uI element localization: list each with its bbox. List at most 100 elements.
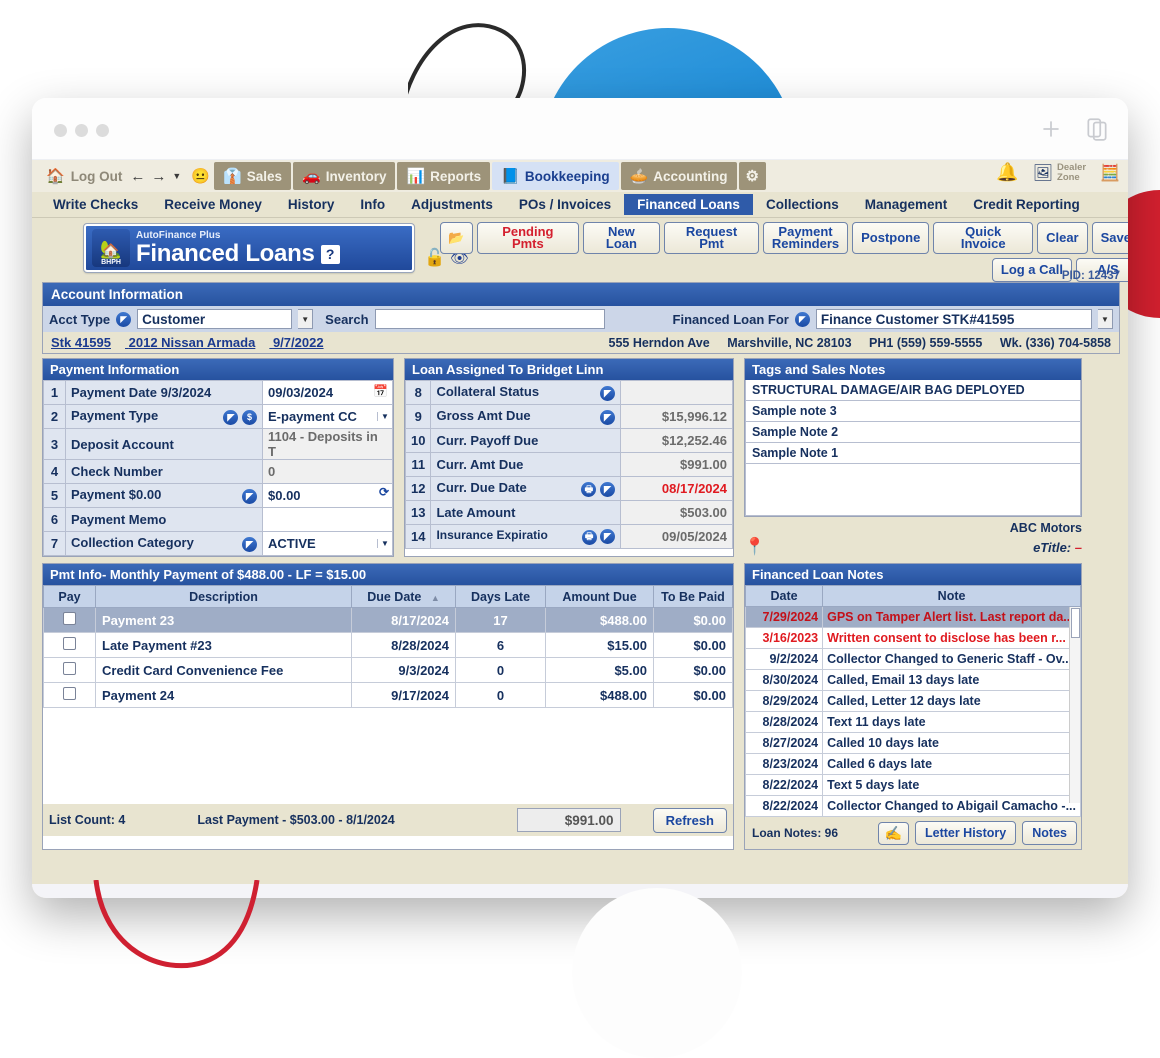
print-icon[interactable]: 🖶 bbox=[581, 482, 597, 498]
help-icon[interactable]: ? bbox=[320, 245, 340, 265]
col-days-late[interactable]: Days Late bbox=[455, 585, 546, 608]
acct-type-value[interactable]: Customer bbox=[137, 309, 293, 329]
table-row[interactable]: 11 Curr. Amt Due $991.00 bbox=[404, 452, 733, 477]
col-description[interactable]: Description bbox=[95, 585, 352, 608]
pay-checkbox-cell[interactable] bbox=[43, 607, 96, 633]
payment-type-lookup-icon[interactable]: ◤ bbox=[223, 410, 239, 425]
table-row[interactable]: 1 Payment Date 9/3/2024 09/03/2024 📅 bbox=[43, 380, 393, 405]
clear-button[interactable]: Clear bbox=[1037, 222, 1088, 254]
pay-checkbox[interactable] bbox=[63, 662, 76, 675]
sidebar-item-adjustments[interactable]: Adjustments bbox=[398, 194, 506, 215]
list-item[interactable]: 8/23/2024 Called 6 days late bbox=[744, 753, 1081, 775]
table-row[interactable]: Payment 23 8/17/2024 17 $488.00 $0.00 bbox=[43, 607, 733, 633]
table-row[interactable]: Payment 24 9/17/2024 0 $488.00 $0.00 bbox=[43, 682, 733, 708]
pen-sign-button[interactable]: ✍ bbox=[877, 821, 909, 845]
collateral-status-lookup-icon[interactable]: ◤ bbox=[600, 386, 615, 401]
module-tab-sales[interactable]: 👔 Sales bbox=[214, 162, 291, 190]
search-input[interactable] bbox=[374, 309, 605, 329]
collection-category-dropdown-icon[interactable]: ▼ bbox=[377, 539, 392, 548]
col-date[interactable]: Date bbox=[744, 585, 824, 607]
table-row[interactable]: Credit Card Convenience Fee 9/3/2024 0 $… bbox=[43, 657, 733, 683]
acct-type-lookup-icon[interactable]: ◤ bbox=[116, 311, 132, 327]
chevron-down-icon[interactable]: ▼ bbox=[172, 171, 181, 181]
table-row[interactable]: 4 Check Number 0 bbox=[43, 459, 393, 484]
bell-icon[interactable]: 🔔 bbox=[996, 162, 1018, 183]
table-row[interactable]: Late Payment #23 8/28/2024 6 $15.00 $0.0… bbox=[43, 632, 733, 658]
table-row[interactable]: 13 Late Amount $503.00 bbox=[404, 500, 733, 525]
pmt-empty-area[interactable] bbox=[43, 708, 733, 804]
pending-pmts-button[interactable]: Pending Pmts bbox=[476, 222, 579, 254]
list-item[interactable]: Sample note 3 bbox=[745, 401, 1081, 422]
sidebar-item-financed-loans[interactable]: Financed Loans bbox=[624, 194, 753, 215]
dealer-zone-button[interactable]: 🖼 Dealer Zone bbox=[1033, 162, 1086, 183]
notes-scrollbar[interactable] bbox=[1069, 607, 1080, 803]
request-pmt-button[interactable]: Request Pmt bbox=[664, 222, 759, 254]
table-row[interactable]: 7 Collection Category ◤ ACTIVE ▼ bbox=[43, 531, 393, 556]
pay-checkbox[interactable] bbox=[63, 687, 76, 700]
list-item[interactable]: 8/22/2024 Collector Changed to Abigail C… bbox=[744, 795, 1081, 817]
list-item[interactable]: 8/27/2024 Called 10 days late bbox=[744, 732, 1081, 754]
table-row[interactable]: 12 Curr. Due Date 🖶 ◤ 08/17/2024 bbox=[404, 476, 733, 501]
sidebar-item-receive-money[interactable]: Receive Money bbox=[151, 194, 275, 215]
print-icon[interactable]: 🖶 bbox=[581, 529, 597, 545]
sidebar-item-write-checks[interactable]: Write Checks bbox=[40, 194, 151, 215]
col-pay[interactable]: Pay bbox=[43, 585, 96, 608]
pay-checkbox-cell[interactable] bbox=[43, 682, 96, 708]
list-item[interactable]: 3/16/2023 Written consent to disclose ha… bbox=[744, 627, 1081, 649]
list-item[interactable]: STRUCTURAL DAMAGE/AIR BAG DEPLOYED bbox=[745, 380, 1081, 401]
list-item[interactable]: 8/29/2024 Called, Letter 12 days late bbox=[744, 690, 1081, 712]
sidebar-item-history[interactable]: History bbox=[275, 194, 348, 215]
list-item[interactable]: 7/29/2024 GPS on Tamper Alert list. Last… bbox=[744, 606, 1081, 628]
list-item[interactable]: 8/22/2024 Text 5 days late bbox=[744, 774, 1081, 796]
face-icon[interactable]: 😐 bbox=[191, 169, 210, 184]
payment-type-dropdown-icon[interactable]: ▼ bbox=[377, 412, 392, 421]
pay-checkbox[interactable] bbox=[63, 637, 76, 650]
insurance-expiration-lookup-icon[interactable]: ◤ bbox=[600, 529, 615, 545]
table-row[interactable]: 6 Payment Memo bbox=[43, 507, 393, 532]
refresh-icon[interactable]: ⟳ bbox=[379, 485, 389, 499]
refresh-button[interactable]: Refresh bbox=[652, 807, 727, 833]
calendar-icon[interactable]: 📅 bbox=[373, 384, 388, 398]
back-arrow-icon[interactable]: ← bbox=[130, 169, 145, 184]
postpone-button[interactable]: Postpone bbox=[852, 222, 930, 254]
collection-category-value[interactable]: ACTIVE ▼ bbox=[262, 531, 393, 556]
window-minimize-button[interactable] bbox=[75, 124, 88, 137]
pay-checkbox[interactable] bbox=[63, 612, 76, 625]
module-tab-inventory[interactable]: 🚗 Inventory bbox=[293, 162, 396, 190]
col-amount-due[interactable]: Amount Due bbox=[545, 585, 654, 608]
vehicle-description[interactable]: 2012 Nissan Armada bbox=[129, 335, 256, 350]
list-item[interactable]: 8/30/2024 Called, Email 13 days late bbox=[744, 669, 1081, 691]
settings-button[interactable]: ⚙ bbox=[738, 162, 766, 190]
curr-due-date-lookup-icon[interactable]: ◤ bbox=[600, 481, 615, 497]
list-item[interactable]: 8/28/2024 Text 11 days late bbox=[744, 711, 1081, 733]
sidebar-item-info[interactable]: Info bbox=[347, 194, 398, 215]
module-tab-bookkeeping[interactable]: 📘 Bookkeeping bbox=[492, 162, 619, 190]
collection-category-lookup-icon[interactable]: ◤ bbox=[242, 537, 257, 552]
stock-number[interactable]: Stk 41595 bbox=[51, 335, 111, 350]
tags-empty-area[interactable] bbox=[745, 464, 1081, 516]
sidebar-item-management[interactable]: Management bbox=[852, 194, 961, 215]
quick-invoice-button[interactable]: Quick Invoice bbox=[933, 222, 1034, 254]
financed-loan-dropdown-icon[interactable]: ▼ bbox=[1098, 309, 1113, 329]
new-loan-button[interactable]: New Loan bbox=[582, 222, 661, 254]
list-item[interactable]: Sample Note 2 bbox=[745, 422, 1081, 443]
table-row[interactable]: 14 Insurance Expiratio 🖶 ◤ 09/05/2024 bbox=[404, 524, 733, 549]
payment-lookup-icon[interactable]: ◤ bbox=[242, 489, 257, 504]
notes-button[interactable]: Notes bbox=[1022, 821, 1077, 845]
financed-loan-for-value[interactable]: Finance Customer STK#41595 bbox=[815, 309, 1092, 329]
list-item[interactable]: 9/2/2024 Collector Changed to Generic St… bbox=[744, 648, 1081, 670]
table-row[interactable]: 10 Curr. Payoff Due $12,252.46 bbox=[404, 428, 733, 453]
table-row[interactable]: 2 Payment Type ◤ $ E-payment CC ▼ bbox=[43, 404, 393, 429]
save-button[interactable]: Save bbox=[1091, 222, 1128, 254]
payment-reminders-button[interactable]: Payment Reminders bbox=[762, 222, 849, 254]
plus-icon[interactable] bbox=[1038, 116, 1064, 142]
log-a-call-button[interactable]: Log a Call bbox=[991, 258, 1072, 282]
table-row[interactable]: 9 Gross Amt Due ◤ $15,996.12 bbox=[404, 404, 733, 429]
table-row[interactable]: 8 Collateral Status ◤ bbox=[404, 380, 733, 405]
pay-checkbox-cell[interactable] bbox=[43, 657, 96, 683]
gross-amt-due-lookup-icon[interactable]: ◤ bbox=[600, 410, 615, 425]
module-tab-reports[interactable]: 📊 Reports bbox=[397, 162, 491, 190]
sale-date[interactable]: 9/7/2022 bbox=[273, 335, 324, 350]
financed-loan-lookup-icon[interactable]: ◤ bbox=[794, 311, 810, 327]
sidebar-item-credit-reporting[interactable]: Credit Reporting bbox=[960, 194, 1093, 215]
